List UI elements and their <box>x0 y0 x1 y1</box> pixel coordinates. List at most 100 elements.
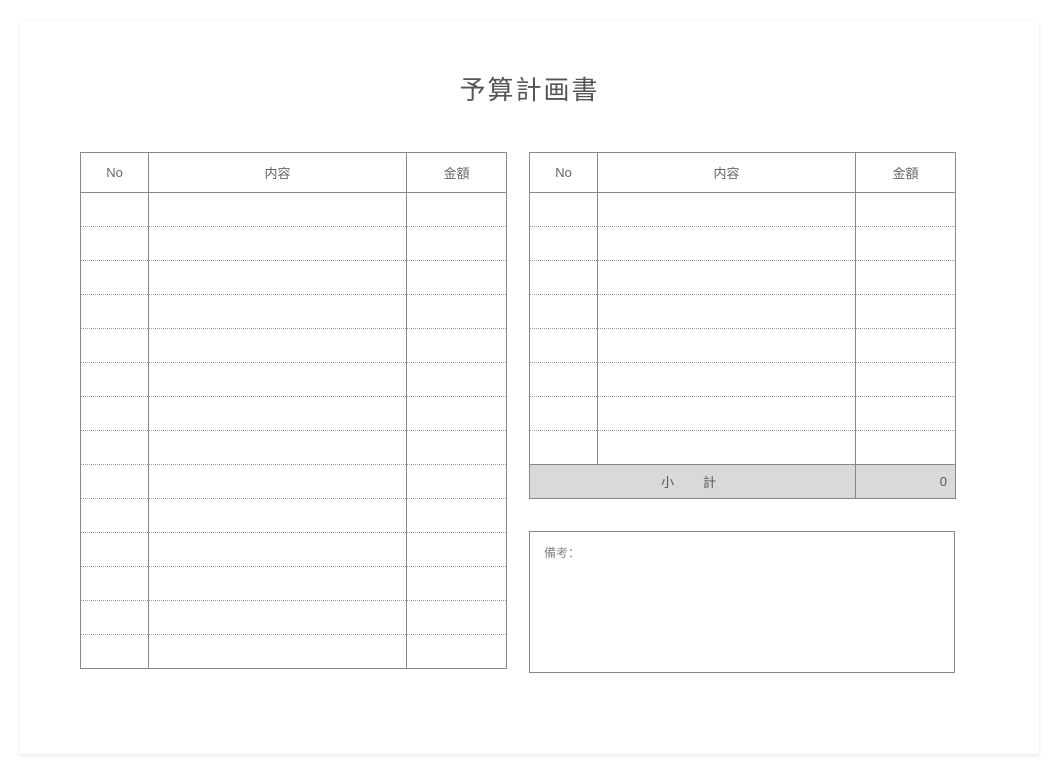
cell-no[interactable] <box>81 193 149 227</box>
cell-desc[interactable] <box>149 601 407 635</box>
cell-desc[interactable] <box>149 363 407 397</box>
cell-no[interactable] <box>530 227 598 261</box>
cell-no[interactable] <box>81 363 149 397</box>
remarks-box[interactable]: 備考： <box>529 531 955 673</box>
table-row <box>81 601 507 635</box>
table-header-row: No 内容 金額 <box>81 153 507 193</box>
budget-table-left: No 内容 金額 <box>80 152 507 669</box>
cell-amount[interactable] <box>407 499 507 533</box>
cell-desc[interactable] <box>598 295 856 329</box>
cell-no[interactable] <box>81 567 149 601</box>
table-header-row: No 内容 金額 <box>530 153 956 193</box>
cell-desc[interactable] <box>149 499 407 533</box>
cell-amount[interactable] <box>856 363 956 397</box>
header-description: 内容 <box>149 153 407 193</box>
subtotal-label: 小 計 <box>530 465 856 499</box>
cell-desc[interactable] <box>149 465 407 499</box>
table-row <box>81 465 507 499</box>
cell-amount[interactable] <box>407 601 507 635</box>
cell-no[interactable] <box>81 227 149 261</box>
table-row <box>530 431 956 465</box>
table-row <box>530 329 956 363</box>
cell-amount[interactable] <box>407 567 507 601</box>
header-amount: 金額 <box>856 153 956 193</box>
table-row <box>530 363 956 397</box>
cell-desc[interactable] <box>149 533 407 567</box>
cell-desc[interactable] <box>598 363 856 397</box>
table-row <box>530 261 956 295</box>
cell-amount[interactable] <box>856 397 956 431</box>
cell-no[interactable] <box>81 601 149 635</box>
header-amount: 金額 <box>407 153 507 193</box>
table-row <box>530 397 956 431</box>
header-description: 内容 <box>598 153 856 193</box>
cell-desc[interactable] <box>149 295 407 329</box>
cell-desc[interactable] <box>598 329 856 363</box>
cell-amount[interactable] <box>407 431 507 465</box>
cell-no[interactable] <box>81 397 149 431</box>
cell-no[interactable] <box>530 397 598 431</box>
budget-table-right: No 内容 金額 小 計 0 <box>529 152 956 499</box>
cell-amount[interactable] <box>407 397 507 431</box>
cell-amount[interactable] <box>407 363 507 397</box>
cell-desc[interactable] <box>149 431 407 465</box>
cell-no[interactable] <box>81 533 149 567</box>
cell-desc[interactable] <box>598 227 856 261</box>
cell-desc[interactable] <box>598 431 856 465</box>
cell-amount[interactable] <box>407 329 507 363</box>
table-row <box>81 567 507 601</box>
header-no: No <box>530 153 598 193</box>
cell-no[interactable] <box>530 261 598 295</box>
table-row <box>81 295 507 329</box>
cell-desc[interactable] <box>149 261 407 295</box>
cell-amount[interactable] <box>407 533 507 567</box>
left-column: No 内容 金額 <box>80 152 507 673</box>
table-row <box>81 193 507 227</box>
cell-amount[interactable] <box>856 431 956 465</box>
table-row <box>530 295 956 329</box>
cell-desc[interactable] <box>598 261 856 295</box>
cell-amount[interactable] <box>407 635 507 669</box>
table-row <box>81 261 507 295</box>
document-page: 予算計画書 No 内容 金額 <box>20 20 1039 754</box>
cell-desc[interactable] <box>149 567 407 601</box>
cell-amount[interactable] <box>856 295 956 329</box>
table-row <box>530 193 956 227</box>
cell-amount[interactable] <box>407 227 507 261</box>
cell-no[interactable] <box>81 295 149 329</box>
cell-amount[interactable] <box>407 295 507 329</box>
cell-no[interactable] <box>81 635 149 669</box>
table-row <box>81 533 507 567</box>
cell-desc[interactable] <box>149 193 407 227</box>
cell-no[interactable] <box>81 261 149 295</box>
table-row <box>81 227 507 261</box>
cell-desc[interactable] <box>149 329 407 363</box>
page-title: 予算計画書 <box>80 70 979 107</box>
cell-desc[interactable] <box>598 193 856 227</box>
cell-amount[interactable] <box>407 261 507 295</box>
cell-no[interactable] <box>530 329 598 363</box>
cell-no[interactable] <box>530 295 598 329</box>
cell-desc[interactable] <box>149 227 407 261</box>
cell-no[interactable] <box>81 329 149 363</box>
cell-no[interactable] <box>530 363 598 397</box>
cell-no[interactable] <box>81 431 149 465</box>
cell-amount[interactable] <box>856 227 956 261</box>
content-area: No 内容 金額 <box>80 152 979 673</box>
table-row <box>81 397 507 431</box>
table-row <box>530 227 956 261</box>
cell-no[interactable] <box>530 431 598 465</box>
cell-no[interactable] <box>81 499 149 533</box>
cell-desc[interactable] <box>598 397 856 431</box>
cell-amount[interactable] <box>856 329 956 363</box>
cell-amount[interactable] <box>856 261 956 295</box>
table-row <box>81 329 507 363</box>
cell-no[interactable] <box>81 465 149 499</box>
cell-amount[interactable] <box>407 193 507 227</box>
cell-desc[interactable] <box>149 397 407 431</box>
table-row <box>81 363 507 397</box>
cell-no[interactable] <box>530 193 598 227</box>
cell-amount[interactable] <box>856 193 956 227</box>
cell-amount[interactable] <box>407 465 507 499</box>
cell-desc[interactable] <box>149 635 407 669</box>
